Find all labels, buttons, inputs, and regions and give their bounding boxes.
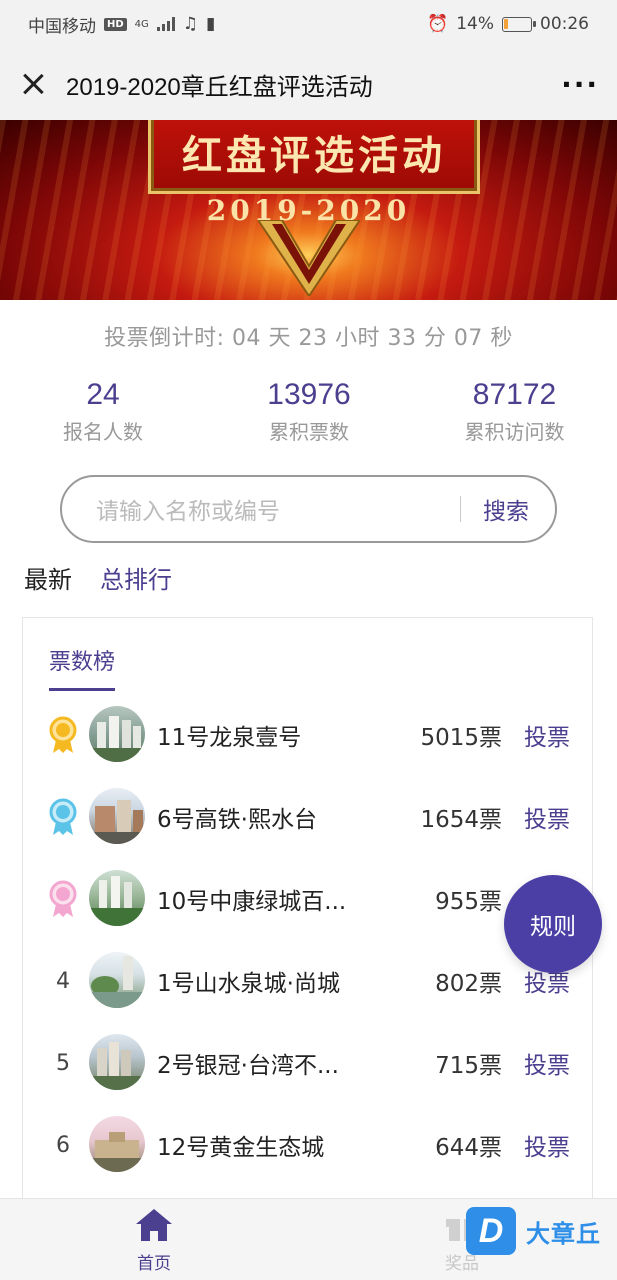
list-item[interactable]: 6 12号黄金生态城 644票 投票: [23, 1104, 594, 1186]
status-bar: 中国移动 HD 4G ♫ ▮ ⏰ 14% 00:26: [0, 0, 617, 48]
sim-icon: ▮: [206, 14, 216, 34]
watermark-logo: D: [466, 1207, 516, 1255]
vote-count: 802票: [435, 971, 502, 997]
project-thumbnail: [89, 952, 145, 1008]
stats-row: 24 报名人数 13976 累积票数 87172 累积访问数: [0, 378, 617, 445]
hero-banner: 红盘评选活动 2019-2020: [0, 120, 617, 300]
project-thumbnail: [89, 1034, 145, 1090]
vote-count: 644票: [435, 1135, 502, 1161]
tab-ranking[interactable]: 总排行: [100, 560, 172, 600]
search-bar: 请输入名称或编号 搜索: [60, 475, 557, 543]
tab-home[interactable]: 首页: [114, 1207, 194, 1274]
rank-number: 5: [56, 1051, 70, 1076]
rules-button[interactable]: 规则: [504, 875, 602, 973]
list-item[interactable]: 11号龙泉壹号 5015票 投票: [23, 694, 594, 776]
search-divider: [460, 496, 461, 522]
rank-number: 6: [56, 1133, 70, 1158]
blue-medal-icon: [45, 798, 81, 838]
search-input[interactable]: 请输入名称或编号: [96, 492, 460, 526]
project-name: 12号黄金生态城: [157, 1135, 325, 1161]
page-title: 2019-2020章丘红盘评选活动: [66, 73, 373, 101]
stat-label: 报名人数: [63, 420, 143, 444]
clock: 00:26: [540, 14, 589, 34]
stat-total-visits: 87172 累积访问数: [412, 378, 617, 445]
project-name: 6号高铁·熙水台: [157, 807, 317, 833]
vote-countdown: 投票倒计时: 04 天 23 小时 33 分 07 秒: [104, 326, 513, 351]
banner-headline: 红盘评选活动: [182, 132, 446, 179]
vote-count: 715票: [435, 1053, 502, 1079]
project-name: 10号中康绿城百...: [157, 889, 347, 915]
watermark-text: 大章丘: [526, 1219, 601, 1248]
rank-number: 4: [56, 969, 70, 994]
vote-button[interactable]: 投票: [524, 1046, 570, 1080]
project-name: 1号山水泉城·尚城: [157, 971, 340, 997]
search-button[interactable]: 搜索: [483, 492, 529, 526]
project-thumbnail: [89, 870, 145, 926]
stat-value: 87172: [472, 378, 557, 411]
network-label: 4G: [134, 18, 149, 30]
signal-icon: [156, 17, 175, 31]
vote-button[interactable]: 投票: [524, 800, 570, 834]
vote-button[interactable]: 投票: [524, 718, 570, 752]
gold-medal-icon: [45, 716, 81, 756]
chevron-emblem-icon: [258, 220, 360, 296]
banner-headline-frame: 红盘评选活动: [148, 120, 480, 194]
vote-count: 955票: [435, 889, 502, 915]
tab-home-label: 首页: [137, 1254, 171, 1274]
close-icon[interactable]: [18, 69, 48, 99]
project-name: 2号银冠·台湾不...: [157, 1053, 339, 1079]
stat-value: 24: [86, 378, 120, 411]
project-thumbnail: [89, 1116, 145, 1172]
stat-total-votes: 13976 累积票数: [206, 378, 412, 445]
stat-value: 13976: [267, 378, 351, 411]
list-item[interactable]: 4 1号山水泉城·尚城 802票 投票: [23, 940, 594, 1022]
list-item[interactable]: 5 2号银冠·台湾不... 715票 投票: [23, 1022, 594, 1104]
vote-count: 1654票: [420, 807, 502, 833]
nav-bar: 2019-2020章丘红盘评选活动 ···: [0, 48, 617, 120]
tab-latest[interactable]: 最新: [24, 560, 72, 600]
card-title: 票数榜: [49, 644, 116, 691]
vote-button[interactable]: 投票: [524, 1128, 570, 1162]
stat-signups: 24 报名人数: [0, 378, 206, 445]
music-icon: ♫: [182, 14, 199, 34]
battery-percent: 14%: [456, 14, 494, 34]
stat-label: 累积票数: [269, 420, 349, 444]
list-item[interactable]: 6号高铁·熙水台 1654票 投票: [23, 776, 594, 858]
watermark: D 大章丘: [466, 1206, 601, 1256]
pink-medal-icon: [45, 880, 81, 920]
more-icon[interactable]: ···: [561, 68, 599, 101]
hd-icon: HD: [104, 17, 127, 31]
vote-count: 5015票: [420, 725, 502, 751]
project-thumbnail: [89, 706, 145, 762]
stat-label: 累积访问数: [464, 420, 565, 444]
battery-icon: [502, 16, 536, 32]
carrier-label: 中国移动: [28, 16, 96, 37]
project-thumbnail: [89, 788, 145, 844]
home-icon: [136, 1209, 172, 1241]
project-name: 11号龙泉壹号: [157, 725, 302, 751]
alarm-icon: ⏰: [427, 14, 449, 34]
list-tabs: 最新 总排行: [24, 560, 172, 600]
